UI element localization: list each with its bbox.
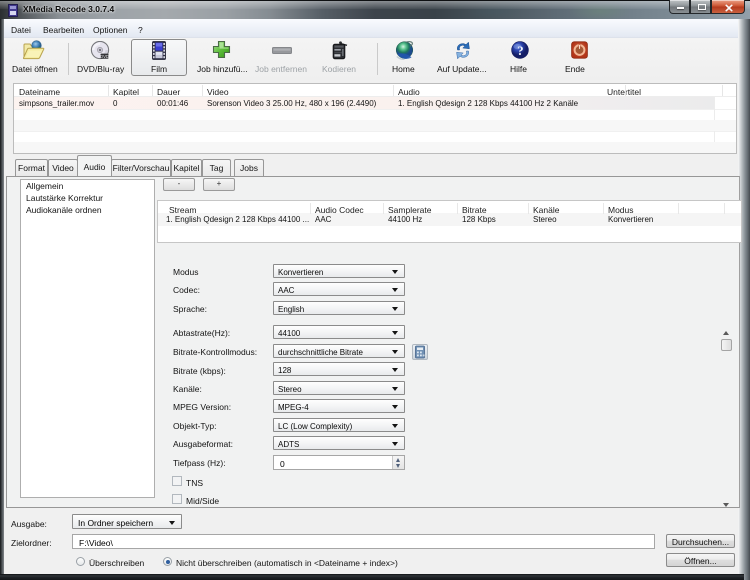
svg-text:DVD: DVD [100, 54, 109, 59]
svg-text:?: ? [517, 43, 524, 58]
